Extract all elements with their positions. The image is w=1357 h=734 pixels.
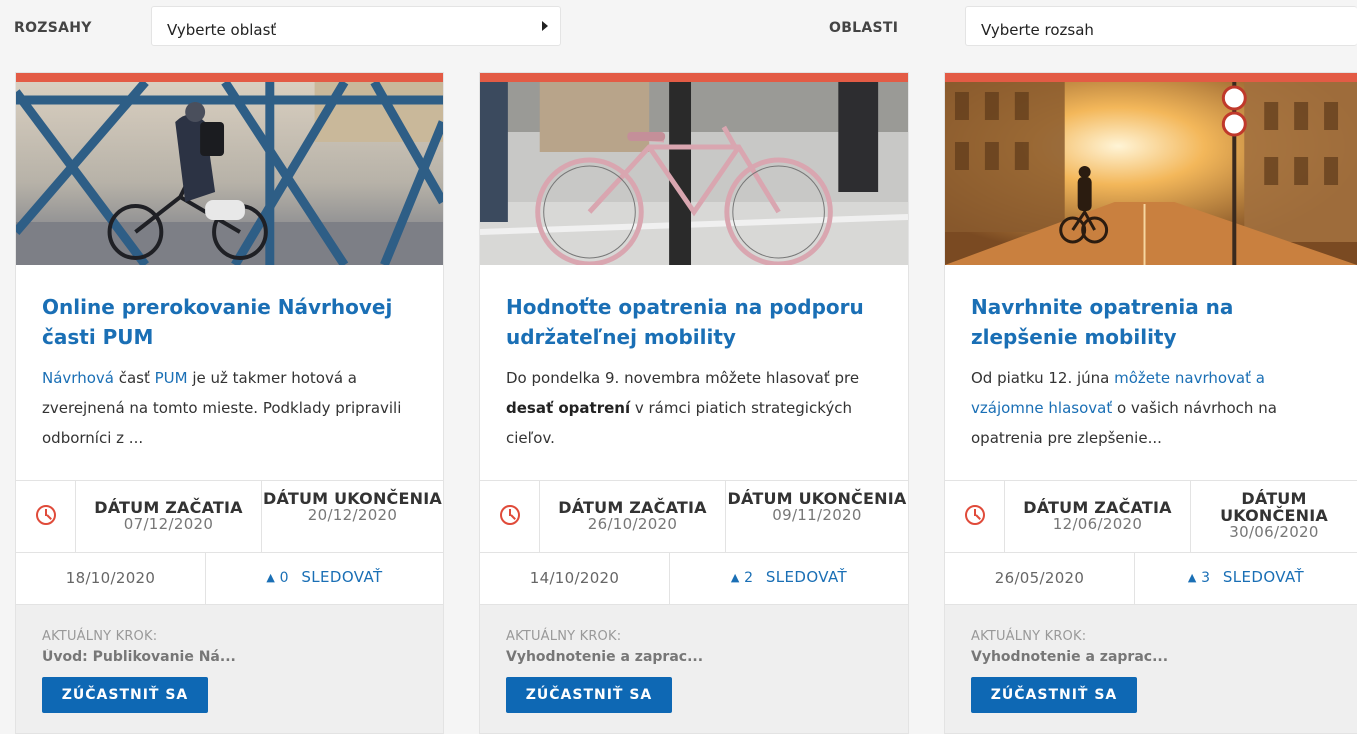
start-date-label: DÁTUM ZAČATIA: [1023, 498, 1172, 517]
card-accent-bar: [945, 73, 1357, 82]
card-footer: AKTUÁLNY KROK: Úvod: Publikovanie Ná... …: [16, 605, 443, 733]
follower-count: 0: [279, 570, 289, 586]
end-date-label: DÁTUM UKONČENIA: [1220, 489, 1328, 525]
card-meta: 18/10/2020 ▲ 0 SLEDOVAŤ: [16, 553, 443, 605]
current-step-label: AKTUÁLNY KROK:: [971, 629, 1087, 644]
desc-link[interactable]: Návrhová: [42, 369, 114, 387]
desc-link[interactable]: PUM: [155, 369, 188, 387]
follow-label: SLEDOVAŤ: [1222, 568, 1305, 586]
consultation-card: Online prerokovanie Návrhovej časti PUM …: [15, 72, 444, 734]
start-date-label: DÁTUM ZAČATIA: [94, 498, 243, 517]
card-image[interactable]: [480, 82, 908, 265]
current-step-label: AKTUÁLNY KROK:: [506, 629, 622, 644]
end-date-label: DÁTUM UKONČENIA: [727, 489, 907, 508]
published-date: 26/05/2020: [945, 553, 1135, 604]
clock-cell: [945, 481, 1005, 552]
caret-right-icon: [542, 21, 548, 31]
participate-button[interactable]: ZÚČASTNIŤ SA: [971, 677, 1137, 713]
card-image[interactable]: [16, 82, 443, 265]
follower-count: 2: [744, 570, 754, 586]
scope-select[interactable]: Vyberte oblasť: [151, 6, 561, 46]
card-image[interactable]: [945, 82, 1357, 265]
scope-filter-label: ROZSAHY: [14, 20, 92, 36]
bell-icon: ▲: [266, 571, 275, 584]
scope-select-value: Vyberte oblasť: [167, 21, 277, 39]
start-date-cell: DÁTUM ZAČATIA 26/10/2020: [540, 481, 726, 552]
published-date: 18/10/2020: [16, 553, 206, 604]
start-date-value: 12/06/2020: [1052, 515, 1143, 533]
participate-button[interactable]: ZÚČASTNIŤ SA: [506, 677, 672, 713]
card-accent-bar: [16, 73, 443, 82]
follow-button[interactable]: ▲ 2 SLEDOVAŤ: [670, 553, 908, 604]
desc-text: Do pondelka 9. novembra môžete hlasovať …: [506, 369, 860, 387]
clock-cell: [16, 481, 76, 552]
current-step-label: AKTUÁLNY KROK:: [42, 629, 158, 644]
end-date-cell: DÁTUM UKONČENIA 30/06/2020: [1191, 481, 1357, 552]
card-meta: 14/10/2020 ▲ 2 SLEDOVAŤ: [480, 553, 908, 605]
clock-icon: [36, 505, 56, 525]
current-step-value: Vyhodnotenie a zaprac...: [971, 649, 1169, 665]
end-date-cell: DÁTUM UKONČENIA 20/12/2020: [262, 481, 443, 552]
current-step-value: Úvod: Publikovanie Ná...: [42, 649, 236, 665]
card-dates: DÁTUM ZAČATIA 12/06/2020 DÁTUM UKONČENIA…: [945, 480, 1357, 553]
card-footer: AKTUÁLNY KROK: Vyhodnotenie a zaprac... …: [945, 605, 1357, 733]
bell-icon: ▲: [730, 571, 740, 584]
area-select[interactable]: Vyberte rozsah: [965, 6, 1357, 46]
participate-button[interactable]: ZÚČASTNIŤ SA: [42, 677, 208, 713]
card-accent-bar: [480, 73, 908, 82]
filter-bar: ROZSAHY Vyberte oblasť OBLASTI Vyberte r…: [0, 0, 1357, 50]
clock-icon: [500, 505, 520, 525]
bell-icon: ▲: [1187, 571, 1197, 584]
desc-emphasis: desať opatrení: [506, 399, 631, 417]
end-date-value: 09/11/2020: [772, 506, 862, 524]
follow-button[interactable]: ▲ 0 SLEDOVAŤ: [206, 553, 443, 604]
follow-button[interactable]: ▲ 3 SLEDOVAŤ: [1135, 553, 1357, 604]
published-date: 14/10/2020: [480, 553, 670, 604]
card-dates: DÁTUM ZAČATIA 07/12/2020 DÁTUM UKONČENIA…: [16, 480, 443, 553]
desc-text: Od piatku 12. júna: [971, 369, 1115, 387]
current-step-value: Vyhodnotenie a zaprac...: [506, 649, 704, 665]
area-filter-label: OBLASTI: [829, 20, 899, 36]
area-select-value: Vyberte rozsah: [981, 21, 1094, 39]
start-date-value: 07/12/2020: [123, 515, 214, 533]
end-date-value: 20/12/2020: [307, 506, 398, 524]
card-title[interactable]: Online prerokovanie Návrhovej časti PUM: [42, 292, 423, 352]
follow-label: SLEDOVAŤ: [301, 568, 383, 586]
card-description: Do pondelka 9. novembra môžete hlasovať …: [506, 363, 890, 453]
card-title[interactable]: Hodnoťte opatrenia na podporu udržateľne…: [506, 292, 888, 352]
desc-text: časť: [113, 369, 155, 387]
end-date-label: DÁTUM UKONČENIA: [263, 489, 442, 508]
follower-count: 3: [1201, 570, 1211, 586]
start-date-cell: DÁTUM ZAČATIA 12/06/2020: [1005, 481, 1191, 552]
card-description: Návrhová časť PUM je už takmer hotová a …: [42, 363, 425, 453]
end-date-cell: DÁTUM UKONČENIA 09/11/2020: [726, 481, 908, 552]
follow-label: SLEDOVAŤ: [765, 568, 848, 586]
clock-cell: [480, 481, 540, 552]
card-description: Od piatku 12. júna môžete navrhovať a vz…: [971, 363, 1339, 453]
start-date-label: DÁTUM ZAČATIA: [558, 498, 707, 517]
card-title[interactable]: Navrhnite opatrenia na zlepšenie mobilit…: [971, 292, 1337, 352]
end-date-value: 30/06/2020: [1229, 523, 1319, 541]
consultation-card: Navrhnite opatrenia na zlepšenie mobilit…: [944, 72, 1357, 734]
card-footer: AKTUÁLNY KROK: Vyhodnotenie a zaprac... …: [480, 605, 908, 733]
card-dates: DÁTUM ZAČATIA 26/10/2020 DÁTUM UKONČENIA…: [480, 480, 908, 553]
start-date-cell: DÁTUM ZAČATIA 07/12/2020: [76, 481, 262, 552]
start-date-value: 26/10/2020: [587, 515, 678, 533]
consultation-card: Hodnoťte opatrenia na podporu udržateľne…: [479, 72, 909, 734]
clock-icon: [965, 505, 985, 525]
card-meta: 26/05/2020 ▲ 3 SLEDOVAŤ: [945, 553, 1357, 605]
